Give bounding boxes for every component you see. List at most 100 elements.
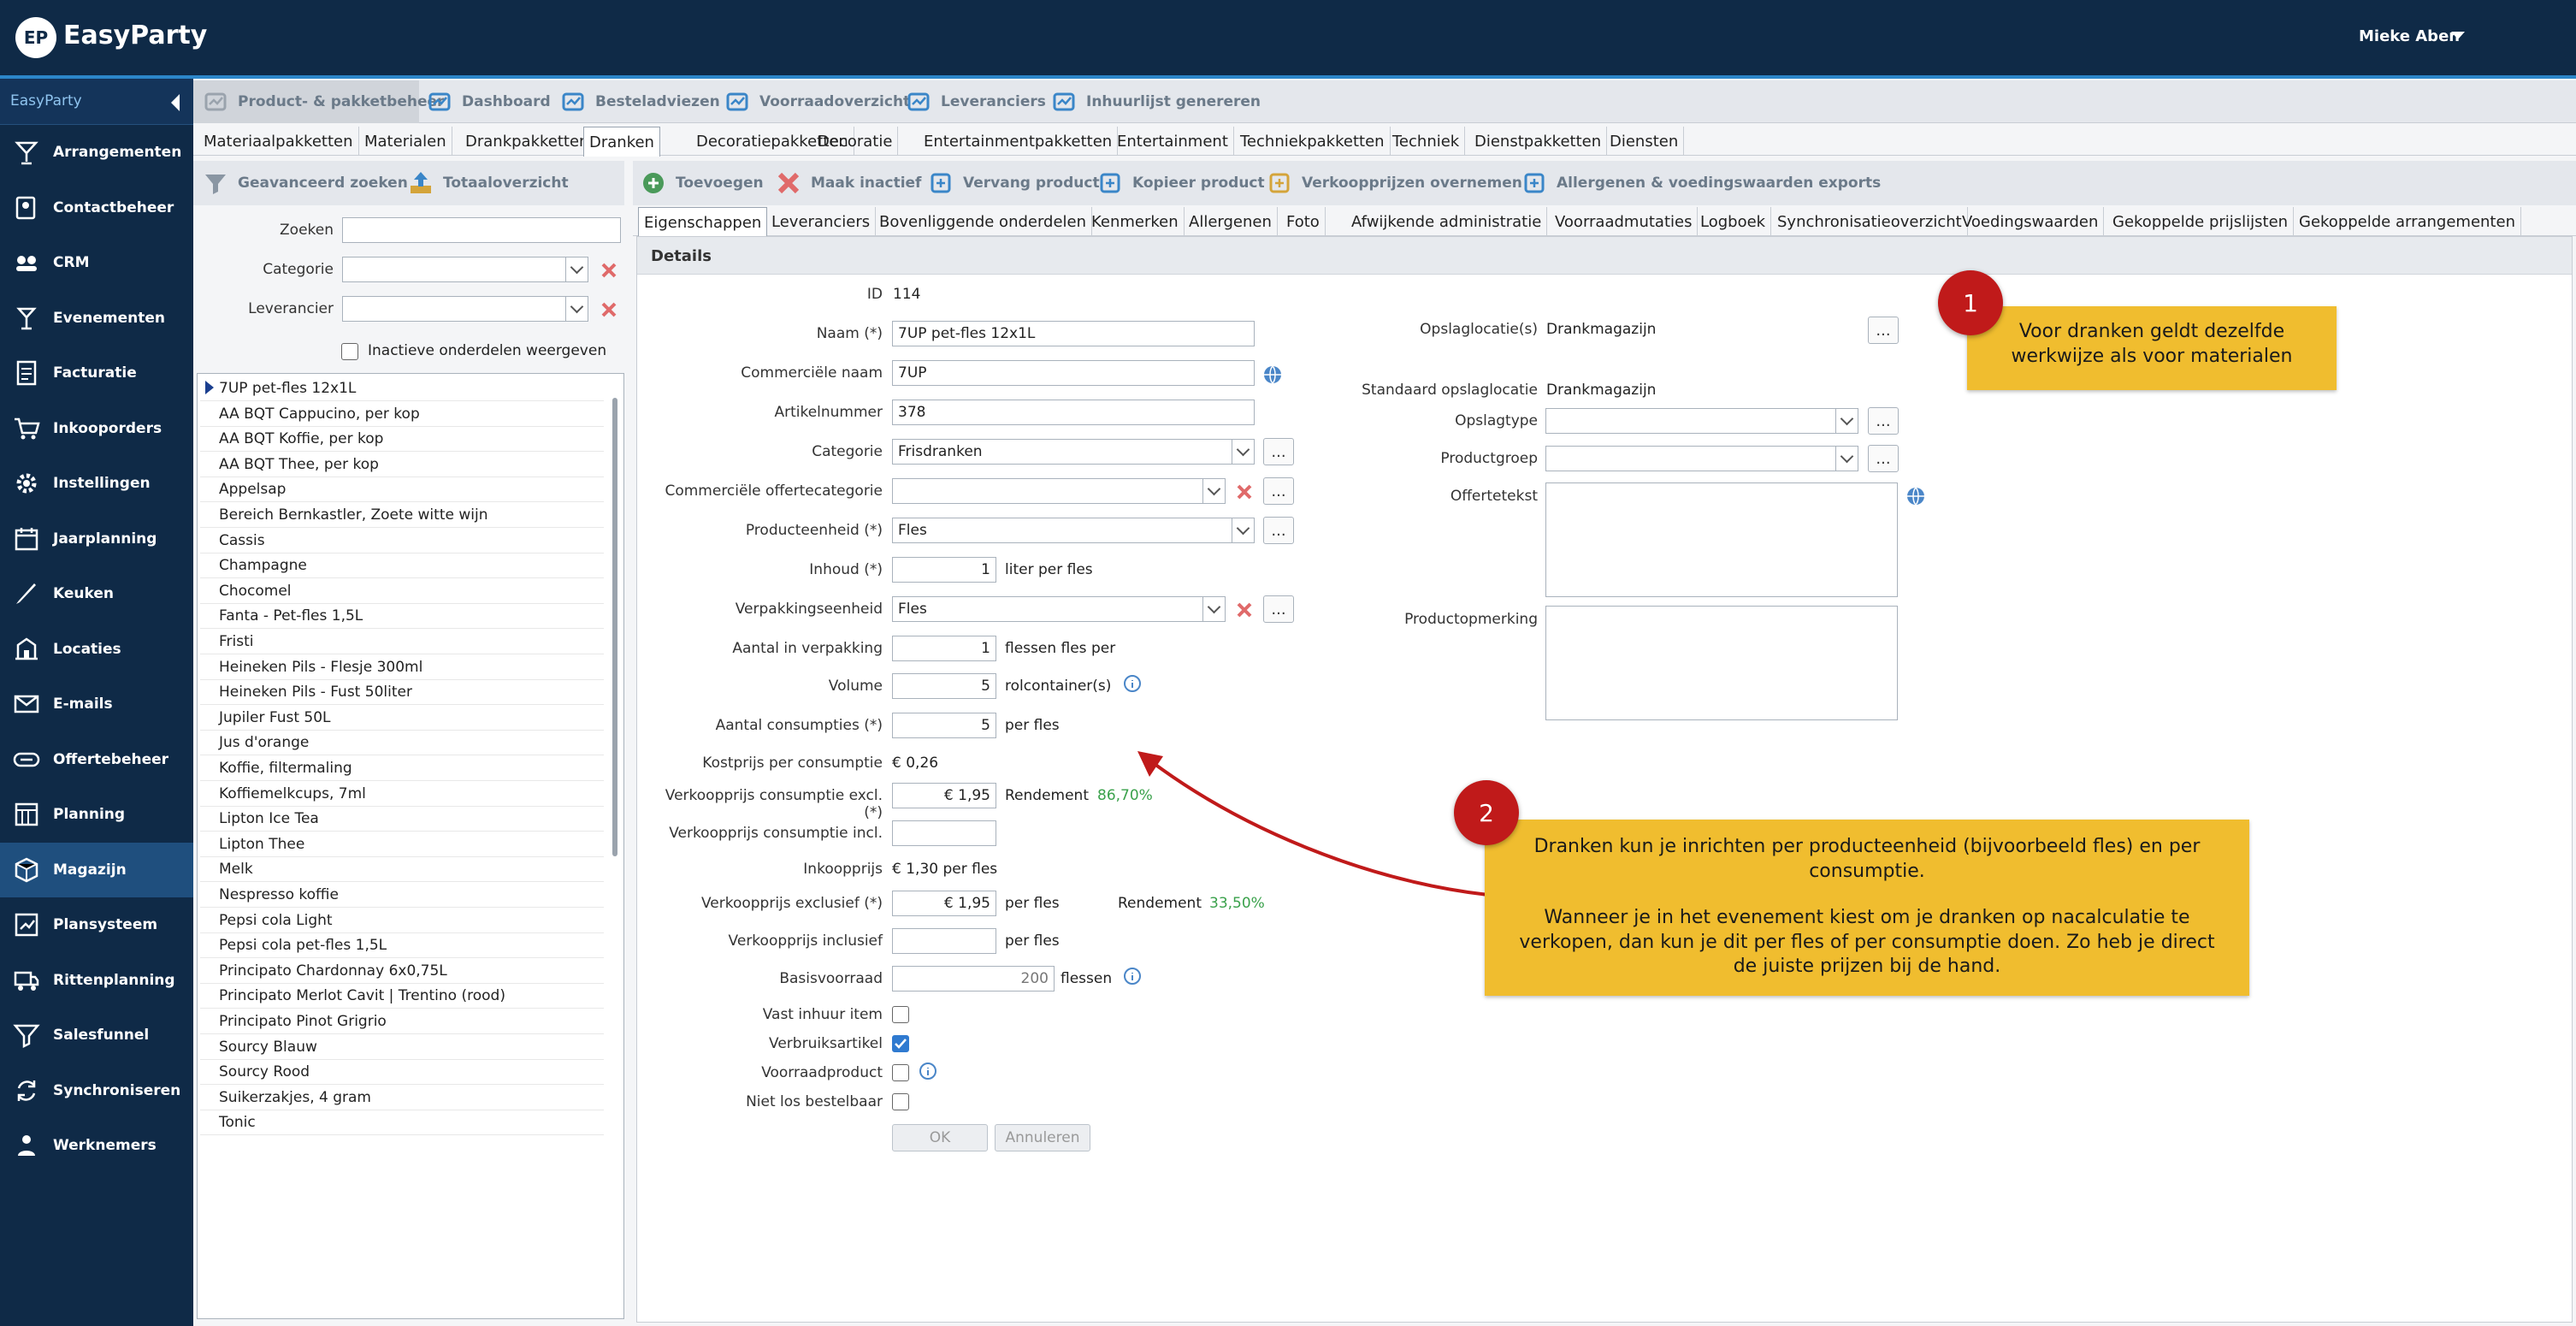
verbruiksartikel-checkbox[interactable] bbox=[892, 1035, 909, 1052]
sidebar-item-werknemers[interactable]: Werknemers bbox=[0, 1118, 193, 1173]
list-item[interactable]: Lipton Ice Tea bbox=[200, 807, 604, 832]
sidebar-item-magazijn[interactable]: Magazijn bbox=[0, 842, 193, 897]
productgroep-more-button[interactable]: ... bbox=[1868, 445, 1899, 472]
vp-consumptie-incl-input[interactable] bbox=[892, 820, 996, 846]
list-item[interactable]: Sourcy Rood bbox=[200, 1060, 604, 1086]
producteenheid-select[interactable]: Fles bbox=[892, 518, 1255, 543]
action-vervang-product-button[interactable]: Vervang product bbox=[927, 162, 1100, 204]
sidebar-item-crm[interactable]: CRM bbox=[0, 235, 193, 290]
clear-quote-category-icon[interactable] bbox=[1233, 481, 1256, 503]
toolbar-voorraadoverzicht-button[interactable]: Voorraadoverzicht bbox=[724, 80, 910, 123]
action-maak-inactief-button[interactable]: Maak inactief bbox=[775, 162, 921, 204]
sidebar-item-locaties[interactable]: Locaties bbox=[0, 622, 193, 677]
tab-materiaalpakketten[interactable]: Materiaalpakketten bbox=[198, 127, 359, 156]
list-item[interactable]: 7UP pet-fles 12x1L bbox=[200, 376, 604, 401]
sidebar-item-synchroniseren[interactable]: Synchroniseren bbox=[0, 1063, 193, 1118]
sidebar-item-jaarplanning[interactable]: Jaarplanning bbox=[0, 512, 193, 566]
list-item[interactable]: Cassis bbox=[200, 528, 604, 553]
tab-materialen[interactable]: Materialen bbox=[359, 127, 452, 156]
aantal-verpakking-input[interactable]: 1 bbox=[892, 636, 996, 661]
verpakking-more-button[interactable]: ... bbox=[1263, 595, 1294, 623]
opslaglocaties-more-button[interactable]: ... bbox=[1868, 317, 1899, 344]
list-item[interactable]: Pepsi cola pet-fles 1,5L bbox=[200, 933, 604, 959]
list-item[interactable]: Heineken Pils - Flesje 300ml bbox=[200, 654, 604, 680]
info-icon[interactable] bbox=[918, 1062, 938, 1086]
commercial-quote-category-select[interactable] bbox=[892, 478, 1226, 504]
list-item[interactable]: Principato Merlot Cavit | Trentino (rood… bbox=[200, 984, 604, 1009]
list-item[interactable]: AA BQT Koffie, per kop bbox=[200, 427, 604, 453]
sidebar-item-evenementen[interactable]: Evenementen bbox=[0, 291, 193, 346]
list-item[interactable]: Tonic bbox=[200, 1110, 604, 1136]
opslagtype-select[interactable] bbox=[1545, 408, 1858, 434]
list-item[interactable]: AA BQT Thee, per kop bbox=[200, 452, 604, 477]
list-scrollbar[interactable] bbox=[612, 398, 617, 856]
clear-supplier-icon[interactable] bbox=[598, 299, 620, 321]
quote-category-more-button[interactable]: ... bbox=[1263, 477, 1294, 505]
tab-techniek[interactable]: Techniek bbox=[1387, 127, 1466, 156]
voorraadproduct-checkbox[interactable] bbox=[892, 1064, 909, 1081]
user-menu-caret-icon[interactable] bbox=[2451, 32, 2465, 39]
action-allergenen-voedingswaarden-exports-button[interactable]: Allergenen & voedingswaarden exports bbox=[1521, 162, 1881, 204]
toolbar-inhuurlijst-genereren-button[interactable]: Inhuurlijst genereren bbox=[1050, 80, 1261, 123]
list-item[interactable]: Lipton Thee bbox=[200, 832, 604, 857]
ok-button[interactable]: OK bbox=[892, 1124, 988, 1151]
list-item[interactable]: Bereich Bernkastler, Zoete witte wijn bbox=[200, 503, 604, 528]
sidebar-item-keuken[interactable]: Keuken bbox=[0, 566, 193, 621]
list-item[interactable]: Melk bbox=[200, 857, 604, 883]
list-item[interactable]: Heineken Pils - Fust 50liter bbox=[200, 680, 604, 706]
naam-input[interactable]: 7UP pet-fles 12x1L bbox=[892, 321, 1255, 346]
productgroep-select[interactable] bbox=[1545, 446, 1858, 471]
sidebar-item-instellingen[interactable]: Instellingen bbox=[0, 456, 193, 511]
tab-decoratie[interactable]: Decoratie bbox=[812, 127, 899, 156]
opslagtype-more-button[interactable]: ... bbox=[1868, 407, 1899, 435]
list-item[interactable]: Suikerzakjes, 4 gram bbox=[200, 1085, 604, 1110]
producteenheid-more-button[interactable]: ... bbox=[1263, 517, 1294, 544]
detail-tab-logboek[interactable]: Logboek bbox=[1695, 207, 1772, 236]
sidebar-item-contactbeheer[interactable]: Contactbeheer bbox=[0, 181, 193, 235]
tab-entertainment[interactable]: Entertainment bbox=[1112, 127, 1234, 156]
list-item[interactable]: Principato Pinot Grigrio bbox=[200, 1009, 604, 1034]
commercial-name-input[interactable]: 7UP bbox=[892, 360, 1255, 386]
offertetekst-textarea[interactable] bbox=[1545, 482, 1898, 597]
toolbar-product-pakketbeheer-button[interactable]: Product- & pakketbeheer bbox=[202, 80, 444, 123]
sidebar-item-offertebeheer[interactable]: Offertebeheer bbox=[0, 732, 193, 787]
detail-tab-bovenliggende-onderdelen[interactable]: Bovenliggende onderdelen bbox=[874, 207, 1093, 236]
tab-entertainmentpakketten[interactable]: Entertainmentpakketten bbox=[919, 127, 1119, 156]
globe-icon[interactable] bbox=[1262, 364, 1283, 389]
productopmerking-textarea[interactable] bbox=[1545, 606, 1898, 720]
user-menu[interactable]: Mieke Aben bbox=[2359, 27, 2460, 45]
vp-inclusief-input[interactable] bbox=[892, 928, 996, 954]
niet-los-checkbox[interactable] bbox=[892, 1093, 909, 1110]
overview-button[interactable]: Totaaloverzicht bbox=[407, 162, 569, 204]
vp-consumptie-excl-input[interactable]: € 1,95 bbox=[892, 783, 996, 808]
sidebar-collapse-icon[interactable] bbox=[171, 94, 180, 111]
category-filter-select[interactable] bbox=[342, 257, 588, 282]
detail-tab-gekoppelde-arrangementen[interactable]: Gekoppelde arrangementen bbox=[2294, 207, 2521, 236]
sidebar-item-rittenplanning[interactable]: Rittenplanning bbox=[0, 953, 193, 1008]
sidebar-item-planning[interactable]: Planning bbox=[0, 787, 193, 842]
detail-tab-afwijkende-administratie[interactable]: Afwijkende administratie bbox=[1346, 207, 1548, 236]
globe-icon[interactable] bbox=[1905, 486, 1926, 511]
clear-category-icon[interactable] bbox=[598, 259, 620, 281]
list-item[interactable]: Champagne bbox=[200, 553, 604, 579]
list-item[interactable]: Sourcy Blauw bbox=[200, 1034, 604, 1060]
action-verkoopprijzen-overnemen-button[interactable]: Verkoopprijzen overnemen bbox=[1266, 162, 1522, 204]
article-number-input[interactable]: 378 bbox=[892, 400, 1255, 425]
categorie-more-button[interactable]: ... bbox=[1263, 438, 1294, 465]
sidebar-item-facturatie[interactable]: Facturatie bbox=[0, 346, 193, 400]
detail-tab-eigenschappen[interactable]: Eigenschappen bbox=[638, 207, 768, 237]
info-icon[interactable] bbox=[1122, 967, 1143, 992]
volume-input[interactable]: 5 bbox=[892, 673, 996, 699]
search-input[interactable] bbox=[342, 217, 621, 243]
list-item[interactable]: Koffie, filtermaling bbox=[200, 756, 604, 781]
detail-tab-gekoppelde-prijslijsten[interactable]: Gekoppelde prijslijsten bbox=[2107, 207, 2295, 236]
inhoud-input[interactable]: 1 bbox=[892, 557, 996, 583]
action-toevoegen-button[interactable]: Toevoegen bbox=[640, 162, 764, 204]
tab-dienstpakketten[interactable]: Dienstpakketten bbox=[1469, 127, 1608, 156]
list-item[interactable]: Appelsap bbox=[200, 477, 604, 503]
sidebar-item-salesfunnel[interactable]: Salesfunnel bbox=[0, 1008, 193, 1063]
list-item[interactable]: Pepsi cola Light bbox=[200, 908, 604, 933]
vp-exclusief-input[interactable]: € 1,95 bbox=[892, 891, 996, 916]
tab-drankpakketten[interactable]: Drankpakketten bbox=[460, 127, 595, 156]
detail-tab-foto[interactable]: Foto bbox=[1281, 207, 1326, 236]
